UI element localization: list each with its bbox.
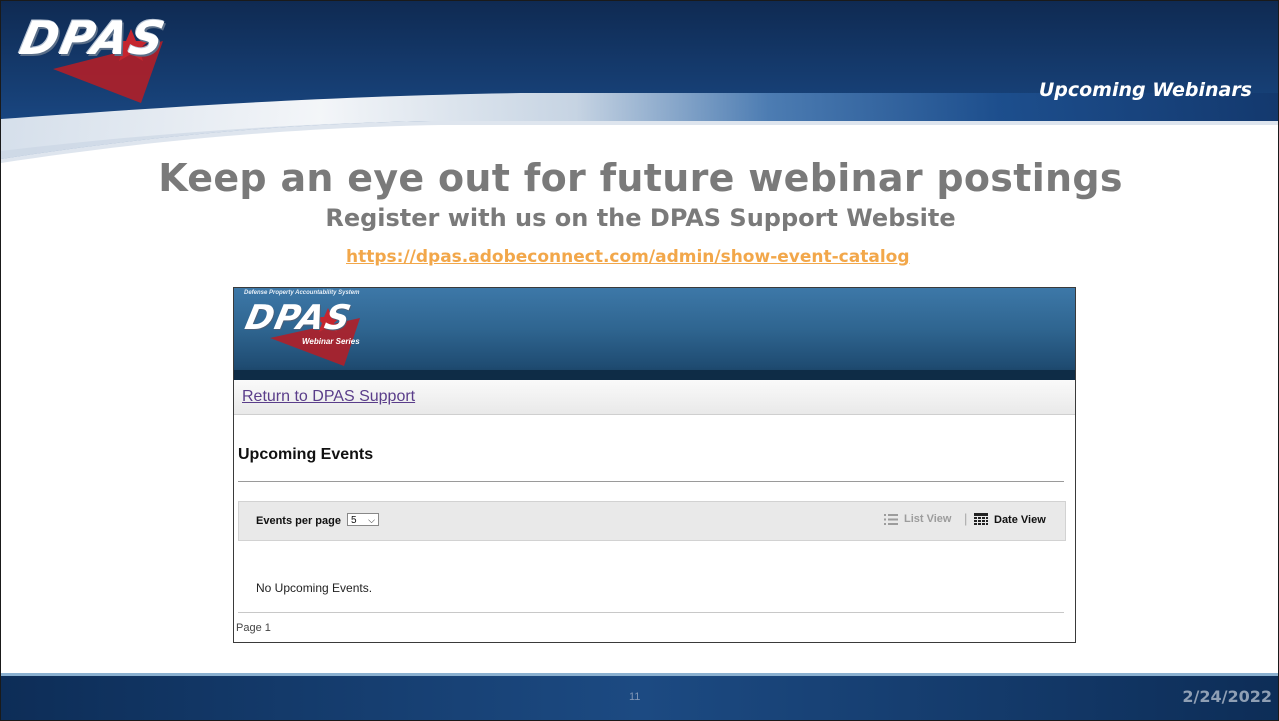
event-catalog-screenshot: Defense Property Accountability System D… xyxy=(233,287,1076,643)
page-indicator: Page 1 xyxy=(236,622,271,634)
dpas-logo: DPAS xyxy=(13,11,203,103)
date-view-label: Date View xyxy=(994,513,1046,526)
page-title: Keep an eye out for future webinar posti… xyxy=(158,156,1123,200)
section-title: Upcoming Webinars xyxy=(1038,79,1252,101)
events-per-page-select[interactable]: 5 ⌵ xyxy=(347,513,379,526)
slide-footer: 11 2/24/2022 xyxy=(1,676,1278,720)
list-view-label: List View xyxy=(904,513,952,525)
logo-text: DPAS xyxy=(15,11,172,65)
page-subtitle: Register with us on the DPAS Support Web… xyxy=(325,204,956,232)
no-events-message: No Upcoming Events. xyxy=(256,581,373,595)
upcoming-events-heading: Upcoming Events xyxy=(238,446,374,463)
list-view-button[interactable]: List View xyxy=(884,513,951,525)
events-toolbar: Events per page 5 ⌵ List View | Date Vie… xyxy=(238,501,1066,541)
slide-number: 11 xyxy=(629,691,641,703)
webinar-logo-subtitle: Webinar Series xyxy=(302,337,360,346)
chevron-down-icon: ⌵ xyxy=(368,515,375,525)
webinar-logo: DPAS Webinar Series xyxy=(240,296,370,366)
slide-date: 2/24/2022 xyxy=(1182,687,1272,706)
events-per-page-value: 5 xyxy=(351,515,357,526)
event-catalog-link[interactable]: https://dpas.adobeconnect.com/admin/show… xyxy=(346,247,910,267)
view-divider: | xyxy=(964,511,968,526)
heading-divider xyxy=(238,481,1064,482)
events-per-page-label: Events per page xyxy=(256,515,341,527)
date-view-button[interactable]: Date View xyxy=(974,513,1046,526)
catalog-banner-band xyxy=(234,370,1075,380)
footer-divider xyxy=(238,612,1064,613)
return-to-support-link[interactable]: Return to DPAS Support xyxy=(242,388,415,406)
slide: DPAS Upcoming Webinars Keep an eye out f… xyxy=(0,0,1279,721)
webinar-logo-text: DPAS xyxy=(241,298,356,338)
calendar-icon xyxy=(974,513,988,525)
list-icon xyxy=(884,513,898,525)
catalog-nav-bar: Return to DPAS Support xyxy=(234,380,1075,415)
